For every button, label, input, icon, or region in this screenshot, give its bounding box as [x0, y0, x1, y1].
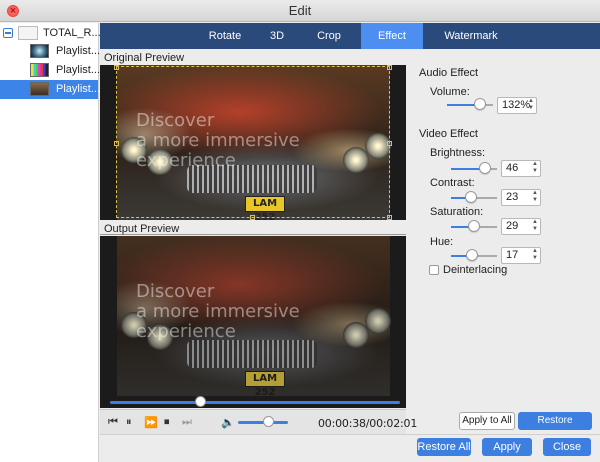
- hue-slider-handle[interactable]: [466, 249, 478, 261]
- skip-back-icon[interactable]: ⏮: [108, 416, 118, 429]
- audio-effect-title: Audio Effect: [419, 67, 479, 79]
- apply-to-all-button[interactable]: Apply to All: [459, 412, 515, 430]
- stepper-arrows-icon[interactable]: ▲ ▼: [531, 161, 539, 176]
- player-controls: ⏮ ⏸ ⏩ ⏹ ⏭ 🔈 00:00:38/00:02:01: [100, 409, 417, 434]
- stepper-arrows-icon[interactable]: ▲ ▼: [531, 248, 539, 263]
- crop-frame[interactable]: [116, 66, 390, 218]
- apply-button[interactable]: Apply: [482, 438, 532, 456]
- brightness-slider-handle[interactable]: [479, 162, 491, 174]
- stepper-arrows-icon[interactable]: ▲ ▼: [531, 190, 539, 205]
- fast-forward-icon[interactable]: ⏩: [144, 416, 158, 429]
- saturation-label: Saturation:: [430, 206, 484, 218]
- close-button[interactable]: Close: [543, 438, 591, 456]
- stop-icon[interactable]: ⏹: [164, 416, 170, 429]
- pause-icon[interactable]: ⏸: [126, 416, 132, 429]
- car-grille: [187, 340, 317, 368]
- brightness-field[interactable]: 46 ▲ ▼: [501, 160, 541, 177]
- seek-handle[interactable]: [194, 396, 206, 407]
- stepper-arrows-icon[interactable]: ▲ ▼: [531, 219, 539, 234]
- volume-effect-field[interactable]: 132% ▲ ▼: [497, 97, 537, 114]
- restore-all-button[interactable]: Restore All: [417, 438, 471, 456]
- contrast-slider-handle[interactable]: [465, 191, 477, 203]
- deinterlacing-label: Deinterlacing: [443, 264, 508, 276]
- tab-effect[interactable]: Effect: [361, 23, 423, 49]
- original-preview-label: Original Preview: [104, 52, 185, 64]
- sidebar-item-label: Playlist...: [56, 83, 101, 95]
- window-title: Edit: [288, 3, 312, 18]
- contrast-label: Contrast:: [430, 177, 475, 189]
- output-preview-label: Output Preview: [104, 223, 180, 235]
- original-preview: LAM 252 Discover a more immersive experi…: [100, 65, 406, 220]
- volume-handle[interactable]: [263, 416, 274, 427]
- crop-handle[interactable]: [387, 141, 392, 146]
- tab-watermark[interactable]: Watermark: [433, 23, 509, 49]
- crop-handle[interactable]: [387, 65, 392, 70]
- volume-effect-slider-handle[interactable]: [474, 98, 486, 110]
- restore-defaults-button[interactable]: Restore Defaults: [518, 412, 592, 444]
- root-thumbnail: [18, 26, 38, 40]
- collapse-toggle-icon[interactable]: [3, 28, 13, 38]
- brightness-label: Brightness:: [430, 147, 486, 159]
- thumbnail: [30, 82, 49, 96]
- tab-3d[interactable]: 3D: [260, 23, 294, 49]
- volume-icon[interactable]: 🔈: [221, 416, 235, 429]
- sidebar-item-label: Playlist...: [56, 64, 101, 76]
- tree-root-label: TOTAL_R...: [43, 27, 101, 39]
- video-effect-title: Video Effect: [419, 128, 478, 140]
- tab-bar: Rotate 3D Crop Effect Watermark: [100, 23, 600, 49]
- crop-handle[interactable]: [387, 215, 392, 220]
- title-bar: Edit: [0, 0, 600, 22]
- license-plate: LAM 252: [245, 371, 285, 396]
- tree-root[interactable]: TOTAL_R...: [0, 25, 101, 42]
- crop-handle[interactable]: [250, 215, 255, 220]
- sidebar-item-playlist-3[interactable]: Playlist...: [0, 80, 101, 99]
- output-preview: LAM 252 Discover a more immersive experi…: [100, 236, 406, 396]
- crop-handle[interactable]: [114, 65, 119, 70]
- volume-label: Volume:: [430, 86, 470, 98]
- watermark-text: Discover a more immersive experience: [136, 281, 300, 342]
- hue-field[interactable]: 17 ▲ ▼: [501, 247, 541, 264]
- skip-forward-icon[interactable]: ⏭: [182, 416, 192, 429]
- headlight: [365, 308, 391, 334]
- deinterlacing-checkbox[interactable]: [429, 265, 439, 275]
- tab-crop[interactable]: Crop: [306, 23, 352, 49]
- sidebar-item-label: Playlist...: [56, 45, 101, 57]
- sidebar-item-playlist-2[interactable]: Playlist...: [0, 61, 101, 80]
- tab-rotate[interactable]: Rotate: [191, 23, 259, 49]
- thumbnail: [30, 63, 49, 77]
- stepper-arrows-icon[interactable]: ▲ ▼: [527, 98, 535, 113]
- crop-handle[interactable]: [114, 141, 119, 146]
- saturation-slider-handle[interactable]: [468, 220, 480, 232]
- saturation-field[interactable]: 29 ▲ ▼: [501, 218, 541, 235]
- thumbnail: [30, 44, 49, 58]
- sidebar-item-playlist-1[interactable]: Playlist...: [0, 42, 101, 61]
- seek-track: [100, 396, 406, 408]
- contrast-field[interactable]: 23 ▲ ▼: [501, 189, 541, 206]
- playback-time: 00:00:38/00:02:01: [318, 417, 418, 430]
- hue-label: Hue:: [430, 236, 454, 248]
- close-window-icon[interactable]: [7, 0, 19, 22]
- sidebar: TOTAL_R... Playlist... Playlist... Playl…: [0, 23, 101, 462]
- seek-bar[interactable]: [110, 401, 400, 404]
